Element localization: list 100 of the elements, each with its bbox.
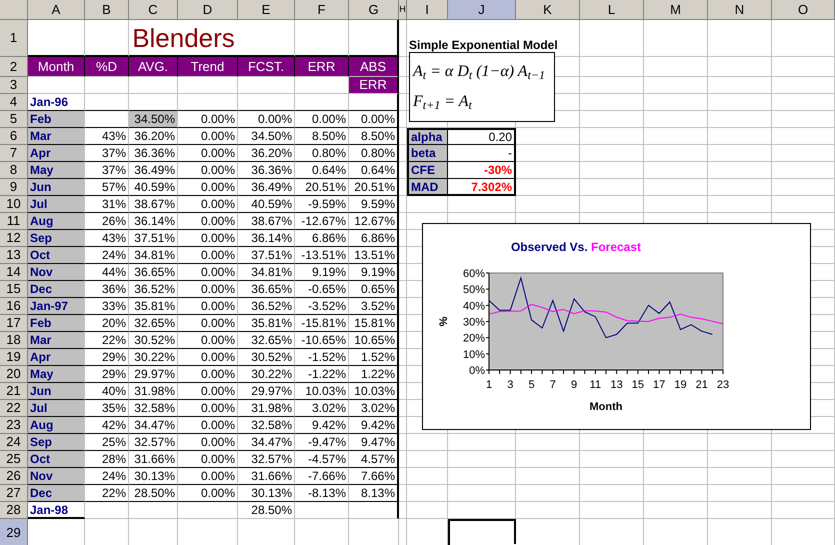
row-header[interactable]: 10 — [0, 196, 28, 213]
empty-cell — [580, 451, 644, 468]
table-cell: 6.86% — [349, 230, 399, 247]
table-cell: 37.51% — [129, 230, 178, 247]
row-header[interactable]: 8 — [0, 162, 28, 179]
column-header[interactable]: K — [516, 0, 580, 20]
column-header[interactable]: C — [129, 0, 178, 20]
table-cell: 36.49% — [238, 179, 295, 196]
empty-cell — [448, 502, 516, 519]
empty-cell — [644, 179, 708, 196]
table-cell: 10.65% — [349, 332, 399, 349]
row-header[interactable]: 16 — [0, 298, 28, 315]
row-header[interactable]: 15 — [0, 281, 28, 298]
row-header[interactable]: 19 — [0, 349, 28, 366]
row-header[interactable]: 7 — [0, 145, 28, 162]
table-cell: 3.02% — [295, 400, 349, 417]
column-header[interactable]: G — [349, 0, 399, 20]
table-cell: 36.49% — [129, 162, 178, 179]
table-cell: 32.65% — [238, 332, 295, 349]
table-cell: 3.52% — [349, 298, 399, 315]
column-header[interactable]: F — [295, 0, 349, 20]
row-header[interactable]: 1 — [0, 20, 28, 57]
table-cell: 36% — [85, 281, 129, 298]
row-header[interactable]: 3 — [0, 77, 28, 94]
table-cell: 32.57% — [129, 434, 178, 451]
row-header[interactable]: 4 — [0, 94, 28, 111]
row-header[interactable]: 24 — [0, 434, 28, 451]
table-cell: 30.13% — [238, 485, 295, 502]
empty-cell — [772, 111, 835, 128]
column-header[interactable]: E — [238, 0, 295, 20]
row-header[interactable]: 12 — [0, 230, 28, 247]
column-header[interactable]: O — [772, 0, 835, 20]
empty-cell — [644, 145, 708, 162]
table-cell: 0.00% — [178, 111, 238, 128]
row-header[interactable]: 14 — [0, 264, 28, 281]
column-header[interactable]: B — [85, 0, 129, 20]
table-cell: -10.65% — [295, 332, 349, 349]
row-header[interactable]: 2 — [0, 57, 28, 77]
row-header[interactable]: 13 — [0, 247, 28, 264]
row-header[interactable]: 9 — [0, 179, 28, 196]
row-header[interactable]: 23 — [0, 417, 28, 434]
table-cell: 43% — [85, 128, 129, 145]
column-heading: Trend — [178, 57, 238, 77]
empty-cell — [580, 434, 644, 451]
row-header[interactable]: 6 — [0, 128, 28, 145]
column-heading: Month — [28, 57, 85, 77]
empty-cell — [772, 434, 835, 451]
row-header[interactable]: 25 — [0, 451, 28, 468]
row-header[interactable]: 18 — [0, 332, 28, 349]
table-cell: 36.65% — [129, 264, 178, 281]
table-cell: 6.86% — [295, 230, 349, 247]
parameter-value: - — [448, 145, 516, 162]
table-cell: 36.52% — [129, 281, 178, 298]
column-header[interactable]: J — [448, 0, 516, 20]
column-header[interactable]: A — [28, 0, 85, 20]
empty-cell — [580, 502, 644, 519]
tick-label: 21 — [696, 379, 708, 391]
row-header[interactable]: 26 — [0, 468, 28, 485]
column-header[interactable]: I — [407, 0, 448, 20]
row-header[interactable]: 29 — [0, 519, 28, 545]
row-header[interactable]: 22 — [0, 400, 28, 417]
row-header[interactable]: 27 — [0, 485, 28, 502]
empty-cell — [85, 77, 129, 94]
table-cell: 0.00% — [349, 111, 399, 128]
empty-cell — [407, 468, 448, 485]
selected-cell[interactable] — [448, 519, 516, 545]
table-cell: 0.00% — [238, 111, 295, 128]
table-cell: 8.50% — [295, 128, 349, 145]
row-header[interactable]: 5 — [0, 111, 28, 128]
select-all-corner[interactable] — [0, 0, 28, 20]
row-header[interactable]: 11 — [0, 213, 28, 230]
table-cell: 0.00% — [178, 145, 238, 162]
column-header[interactable]: M — [644, 0, 708, 20]
table-cell: 0.00% — [178, 366, 238, 383]
empty-cell — [772, 128, 835, 145]
table-cell: 13.51% — [349, 247, 399, 264]
table-cell: 22% — [85, 485, 129, 502]
empty-cell — [580, 128, 644, 145]
empty-cell — [708, 451, 772, 468]
table-cell: 40% — [85, 383, 129, 400]
empty-cell — [708, 145, 772, 162]
column-header[interactable]: H — [399, 0, 407, 20]
parameter-label: alpha — [407, 128, 448, 145]
column-header[interactable]: N — [708, 0, 772, 20]
empty-cell — [708, 20, 772, 57]
tick-label: 30% — [462, 316, 485, 328]
column-heading: ERR — [349, 77, 399, 94]
empty-cell — [238, 94, 295, 111]
row-header[interactable]: 17 — [0, 315, 28, 332]
tick-label: 13 — [610, 379, 623, 391]
row-header[interactable]: 28 — [0, 502, 28, 519]
month-cell: Aug — [28, 417, 85, 434]
table-cell: 37% — [85, 162, 129, 179]
column-heading: AVG. — [129, 57, 178, 77]
row-header[interactable]: 20 — [0, 366, 28, 383]
table-cell: 36.65% — [238, 281, 295, 298]
column-header[interactable]: D — [178, 0, 238, 20]
column-header[interactable]: L — [580, 0, 644, 20]
row-header[interactable]: 21 — [0, 383, 28, 400]
formula: A$_{t}$ = α D$_{t}$ (1−α) A$_{t−1}$ — [413, 62, 545, 84]
